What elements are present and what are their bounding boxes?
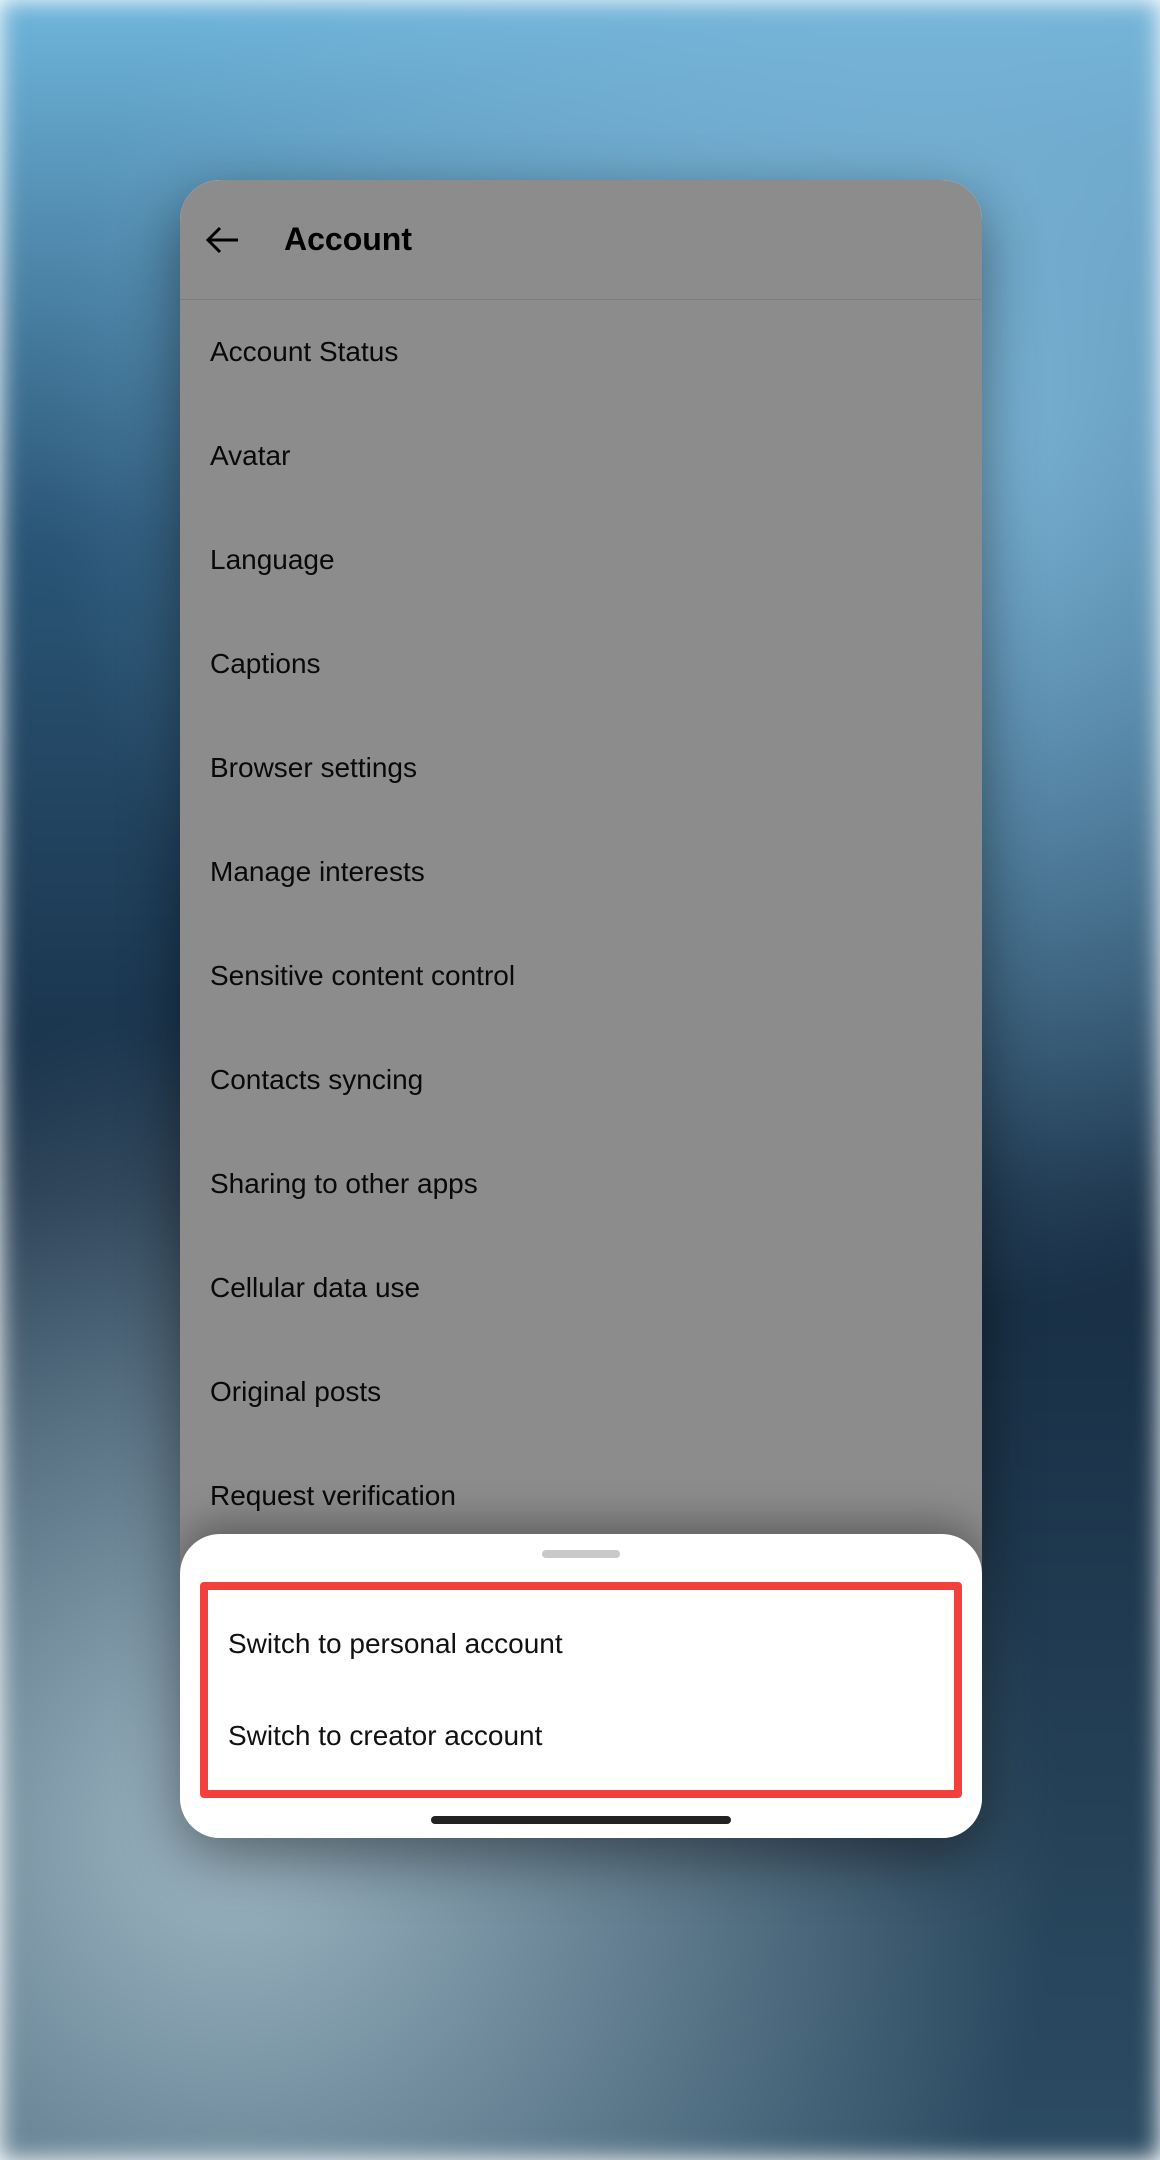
header-bar: Account (180, 180, 982, 300)
home-indicator[interactable] (431, 1816, 731, 1824)
menu-original-posts[interactable]: Original posts (180, 1340, 982, 1444)
menu-account-status[interactable]: Account Status (180, 300, 982, 404)
menu-sharing-to-other-apps[interactable]: Sharing to other apps (180, 1132, 982, 1236)
menu-sensitive-content[interactable]: Sensitive content control (180, 924, 982, 1028)
menu-avatar[interactable]: Avatar (180, 404, 982, 508)
menu-captions[interactable]: Captions (180, 612, 982, 716)
page-title: Account (284, 221, 412, 258)
back-button[interactable] (200, 216, 248, 264)
menu-contacts-syncing[interactable]: Contacts syncing (180, 1028, 982, 1132)
menu-manage-interests[interactable]: Manage interests (180, 820, 982, 924)
menu-browser-settings[interactable]: Browser settings (180, 716, 982, 820)
arrow-left-icon (204, 220, 244, 260)
sheet-option-switch-creator[interactable]: Switch to creator account (208, 1690, 954, 1782)
menu-request-verification[interactable]: Request verification (180, 1444, 982, 1548)
sheet-grabber[interactable] (542, 1550, 620, 1558)
menu-cellular-data-use[interactable]: Cellular data use (180, 1236, 982, 1340)
phone-frame: Account Account Status Avatar Language C… (180, 180, 982, 1838)
menu-language[interactable]: Language (180, 508, 982, 612)
sheet-option-switch-personal[interactable]: Switch to personal account (208, 1598, 954, 1690)
switch-account-type-sheet: Switch to personal account Switch to cre… (180, 1534, 982, 1838)
annotation-highlight-box: Switch to personal account Switch to cre… (200, 1582, 962, 1798)
